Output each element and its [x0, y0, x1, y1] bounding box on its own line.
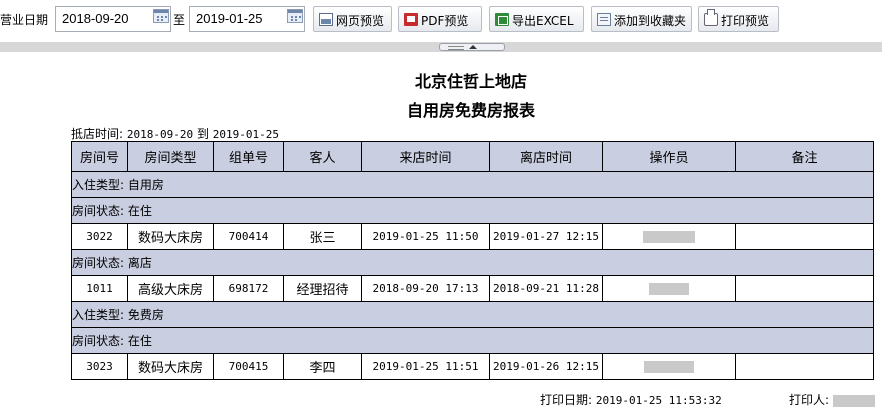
- collapse-toggle-icon[interactable]: [439, 43, 505, 51]
- cell-room: 3022: [71, 223, 128, 250]
- group-row: 入住类型: 免费房: [71, 301, 874, 328]
- cell-room: 1011: [71, 275, 128, 302]
- to-label: 至: [173, 13, 186, 27]
- group-row: 房间状态: 在住: [71, 327, 874, 354]
- pdf-preview-button[interactable]: PDF预览: [398, 6, 482, 32]
- table-row: 3022 数码大床房 700414 张三 2019-01-25 11:50 20…: [71, 223, 874, 250]
- table-header: 房间号 房间类型 组单号 客人 来店时间 离店时间 操作员 备注: [71, 141, 874, 172]
- redacted-operator: [643, 230, 695, 243]
- add-favorite-label: 添加到收藏夹: [614, 14, 687, 28]
- cell-room-type: 高级大床房: [127, 275, 214, 302]
- room-status-checked-out: 房间状态: 离店: [71, 249, 874, 276]
- print-preview-button[interactable]: 打印预览: [698, 6, 779, 32]
- redacted-operator: [644, 360, 694, 373]
- col-room-type: 房间类型: [127, 141, 214, 172]
- cell-note: [735, 353, 874, 380]
- web-preview-button[interactable]: 网页预览: [313, 6, 392, 32]
- start-date-value: 2018-09-20: [62, 11, 129, 26]
- calendar-icon[interactable]: [287, 9, 303, 23]
- cell-guest: 张三: [283, 223, 362, 250]
- printer-icon: [704, 9, 718, 26]
- cell-arrival: 2019-01-25 11:50: [361, 223, 490, 250]
- col-operator: 操作员: [602, 141, 736, 172]
- printer-label: 打印人:: [789, 393, 830, 407]
- favorites-icon: [597, 13, 611, 26]
- cell-order: 700415: [213, 353, 284, 380]
- cell-guest: 经理招待: [283, 275, 362, 302]
- table-row: 1011 高级大床房 698172 经理招待 2018-09-20 17:13 …: [71, 275, 874, 302]
- cell-room-type: 数码大床房: [127, 223, 214, 250]
- col-order-number: 组单号: [213, 141, 284, 172]
- group-row: 入住类型: 自用房: [71, 171, 874, 198]
- print-date-label: 打印日期:: [540, 393, 593, 407]
- business-date-label: 营业日期: [0, 13, 49, 27]
- export-excel-label: 导出EXCEL: [512, 14, 574, 28]
- pdf-preview-label: PDF预览: [421, 14, 469, 28]
- cell-arrival: 2018-09-20 17:13: [361, 275, 490, 302]
- add-favorite-button[interactable]: 添加到收藏夹: [591, 6, 692, 32]
- web-preview-icon: [319, 13, 333, 26]
- calendar-icon[interactable]: [153, 9, 169, 23]
- hotel-name: 北京住哲上地店: [414, 72, 527, 91]
- printer: 打印人:: [789, 391, 875, 408]
- redacted-operator: [649, 282, 689, 295]
- checkin-type-self-use: 入住类型: 自用房: [71, 171, 874, 198]
- web-preview-label: 网页预览: [336, 14, 385, 28]
- cell-arrival: 2019-01-25 11:51: [361, 353, 490, 380]
- cell-note: [735, 223, 874, 250]
- panel-splitter[interactable]: [0, 42, 882, 52]
- cell-order: 698172: [213, 275, 284, 302]
- cell-operator: [602, 223, 736, 250]
- col-departure-time: 离店时间: [489, 141, 603, 172]
- room-status-in-house: 房间状态: 在住: [71, 327, 874, 354]
- cell-departure: 2019-01-27 12:15: [489, 223, 603, 250]
- range-to: 到: [196, 127, 209, 141]
- print-date-value: 2019-01-25 11:53:32: [595, 394, 722, 407]
- col-note: 备注: [735, 141, 874, 172]
- range-label: 抵店时间:: [71, 127, 124, 141]
- cell-departure: 2018-09-21 11:28: [489, 275, 603, 302]
- pdf-icon: [404, 13, 418, 26]
- print-date: 打印日期: 2019-01-25 11:53:32: [540, 391, 722, 408]
- checkin-type-free: 入住类型: 免费房: [71, 301, 874, 328]
- cell-guest: 李四: [283, 353, 362, 380]
- group-row: 房间状态: 离店: [71, 249, 874, 276]
- excel-icon: [495, 13, 509, 26]
- print-preview-label: 打印预览: [721, 14, 770, 28]
- redacted-printer: [832, 394, 875, 407]
- date-range: 抵店时间: 2018-09-20 到 2019-01-25: [71, 125, 279, 142]
- range-end: 2019-01-25: [212, 128, 280, 141]
- cell-operator: [602, 353, 736, 380]
- col-arrival-time: 来店时间: [361, 141, 490, 172]
- range-start: 2018-09-20: [126, 128, 194, 141]
- cell-room-type: 数码大床房: [127, 353, 214, 380]
- table-row: 3023 数码大床房 700415 李四 2019-01-25 11:51 20…: [71, 353, 874, 380]
- report-table: 房间号 房间类型 组单号 客人 来店时间 离店时间 操作员 备注 入住类型: 自…: [71, 141, 874, 380]
- toolbar: 营业日期 2018-09-20 至 2019-01-25 网页预览 PDF预览 …: [0, 4, 882, 32]
- cell-departure: 2019-01-26 12:15: [489, 353, 603, 380]
- group-row: 房间状态: 在住: [71, 197, 874, 224]
- end-date-value: 2019-01-25: [196, 11, 263, 26]
- cell-room: 3023: [71, 353, 128, 380]
- report-title: 自用房免费房报表: [406, 101, 535, 120]
- export-excel-button[interactable]: 导出EXCEL: [489, 6, 584, 32]
- col-room-number: 房间号: [71, 141, 128, 172]
- cell-operator: [602, 275, 736, 302]
- cell-order: 700414: [213, 223, 284, 250]
- room-status-in-house: 房间状态: 在住: [71, 197, 874, 224]
- col-guest: 客人: [283, 141, 362, 172]
- cell-note: [735, 275, 874, 302]
